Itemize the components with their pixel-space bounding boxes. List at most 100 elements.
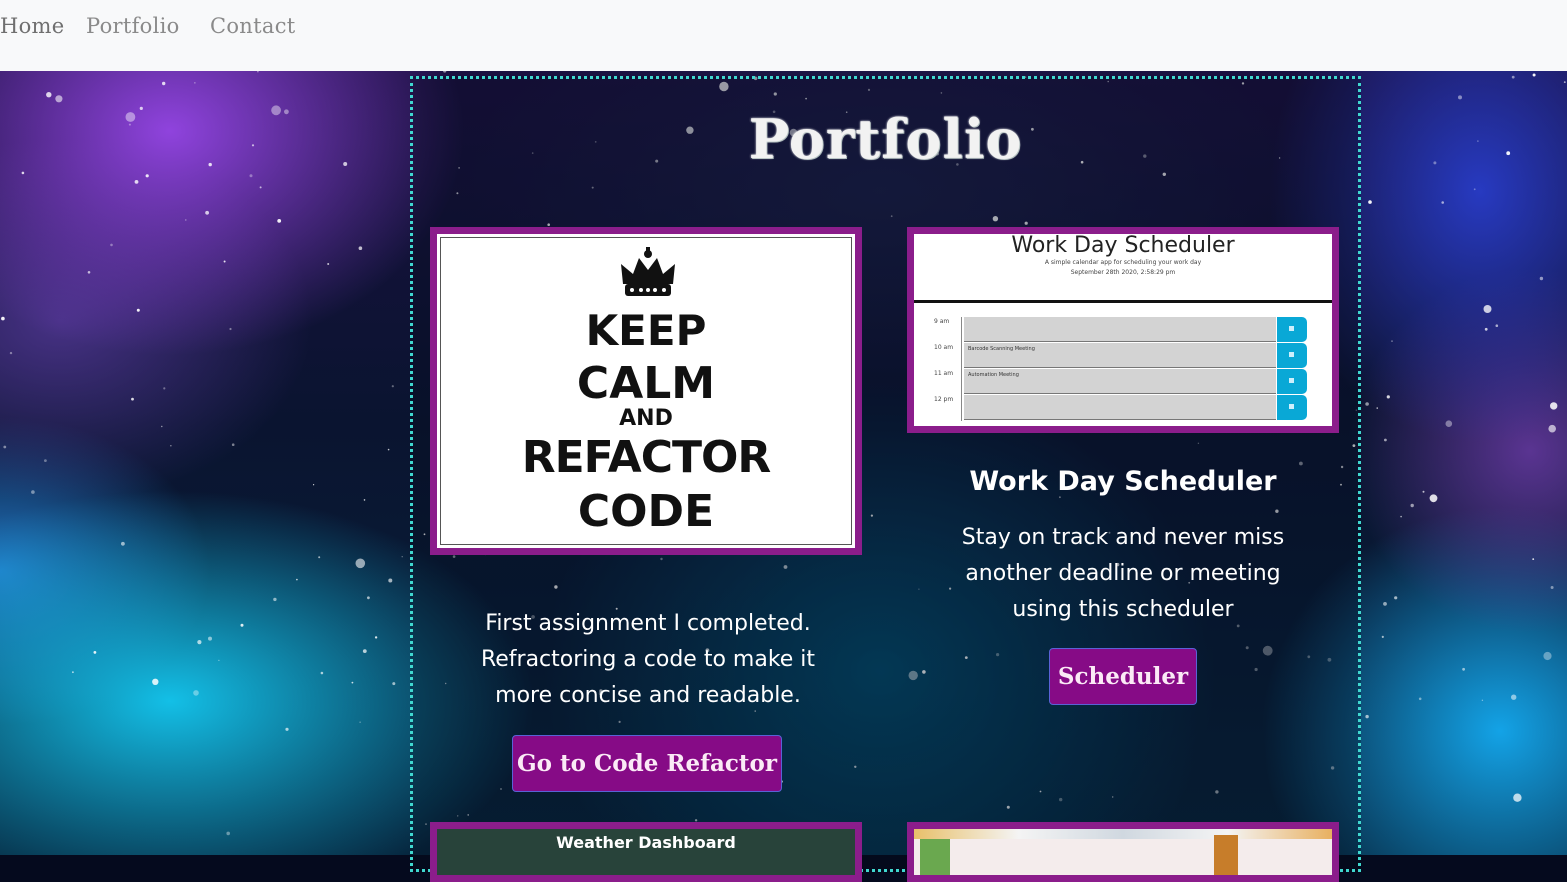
scheduler-button[interactable]: Scheduler (1049, 648, 1197, 705)
star (197, 640, 202, 645)
star (110, 243, 113, 247)
star (1418, 697, 1422, 701)
star (1477, 140, 1479, 142)
star (161, 425, 163, 428)
star (1422, 490, 1425, 493)
star (273, 597, 277, 602)
nav-home-link[interactable]: Home (0, 14, 65, 38)
code-refactor-description: First assignment I completed. Refractori… (480, 611, 816, 708)
keep-line: KEEP (585, 306, 707, 355)
save-icon (1277, 343, 1307, 368)
star (285, 727, 289, 731)
star (277, 219, 282, 223)
star (251, 144, 255, 147)
project-four-image (907, 822, 1339, 882)
star (392, 682, 396, 686)
calm-line: CALM (576, 358, 716, 409)
star (162, 81, 166, 86)
star (1550, 586, 1554, 589)
star (1511, 75, 1515, 79)
star (9, 351, 13, 355)
save-icon (1277, 395, 1307, 420)
star (231, 443, 235, 447)
star (1484, 327, 1488, 331)
star (1433, 161, 1437, 165)
star (257, 71, 259, 73)
star (240, 623, 244, 627)
star (355, 558, 366, 569)
star (93, 651, 97, 654)
star (3, 445, 7, 449)
star (387, 448, 390, 451)
star (223, 260, 226, 263)
star (1384, 438, 1387, 442)
code-line: CODE (577, 486, 715, 537)
nav-contact-link[interactable]: Contact (210, 14, 296, 38)
schedule-row: 12 pm (934, 395, 1307, 421)
star (1473, 188, 1476, 191)
star (249, 174, 253, 178)
star (139, 106, 143, 110)
star (351, 681, 354, 684)
star (296, 578, 298, 581)
star (320, 671, 324, 675)
star (359, 721, 361, 723)
star (208, 162, 212, 167)
refactor-line: REFACTOR (521, 432, 772, 483)
star (46, 92, 52, 98)
star (226, 831, 230, 836)
weather-dashboard-image-title: Weather Dashboard (437, 829, 855, 869)
star (401, 556, 403, 558)
star (194, 82, 196, 84)
star (1410, 503, 1414, 508)
star (1543, 651, 1552, 661)
star (259, 186, 262, 189)
star (1368, 200, 1372, 204)
crown-icon (621, 247, 675, 296)
star (363, 499, 366, 501)
nav-portfolio-link[interactable]: Portfolio (86, 14, 180, 38)
star (185, 219, 187, 221)
star (1441, 201, 1444, 204)
star (87, 271, 91, 274)
star (44, 459, 47, 462)
star (1506, 151, 1511, 156)
star (1550, 402, 1558, 410)
star (284, 109, 289, 115)
star (367, 596, 370, 600)
star (125, 112, 136, 122)
weather-dashboard-image: Weather Dashboard (430, 822, 862, 882)
star (374, 636, 378, 639)
schedule-row: 11 am Automation Meeting (934, 369, 1307, 395)
star (1445, 420, 1453, 428)
star (121, 541, 125, 546)
star (1365, 402, 1369, 406)
star (1513, 793, 1522, 802)
scheduler-description: Stay on track and never miss another dea… (961, 525, 1285, 622)
star (313, 484, 315, 486)
star (128, 123, 131, 126)
star (318, 556, 321, 559)
scheduler-image-title: Work Day Scheduler (1011, 233, 1235, 258)
star (1548, 424, 1556, 433)
star (229, 327, 232, 331)
portfolio-container: Portfolio KEEP CALM AND REFACTOR CODE Fi… (410, 76, 1361, 882)
star (21, 171, 25, 175)
star (1462, 667, 1465, 671)
star (31, 490, 35, 494)
star (443, 71, 447, 73)
top-navbar: Home Portfolio Contact (0, 0, 1567, 71)
star (193, 690, 199, 696)
star (136, 308, 140, 312)
star (1563, 81, 1566, 83)
star (205, 210, 210, 215)
code-refactor-button[interactable]: Go to Code Refactor (512, 735, 782, 792)
and-line: AND (619, 406, 673, 431)
star (1365, 714, 1369, 719)
star (145, 174, 149, 178)
star (1532, 73, 1536, 77)
scheduler-image: Work Day Scheduler A simple calendar app… (907, 227, 1339, 433)
star (1, 316, 5, 321)
star (1483, 305, 1492, 313)
scheduler-image-subtitle: A simple calendar app for scheduling you… (1044, 259, 1202, 266)
